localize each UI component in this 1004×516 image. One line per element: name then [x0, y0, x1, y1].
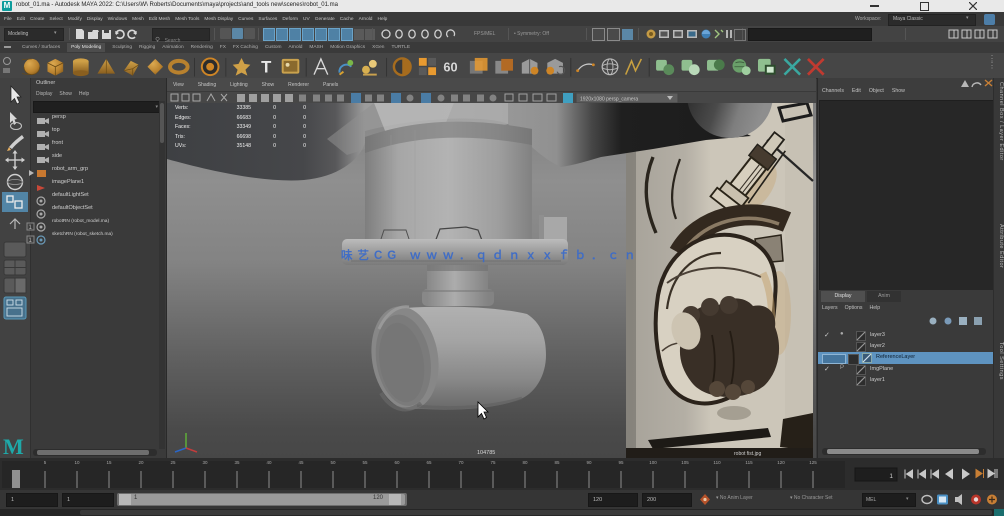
svg-text:104785: 104785 — [477, 450, 495, 456]
svg-text:T: T — [261, 57, 271, 76]
svg-text:1: 1 — [889, 473, 893, 480]
svg-text:60: 60 — [443, 59, 457, 74]
svg-text:robot fist.jpg: robot fist.jpg — [734, 451, 761, 457]
svg-text:1920x1080 persp_camera: 1920x1080 persp_camera — [580, 97, 638, 103]
